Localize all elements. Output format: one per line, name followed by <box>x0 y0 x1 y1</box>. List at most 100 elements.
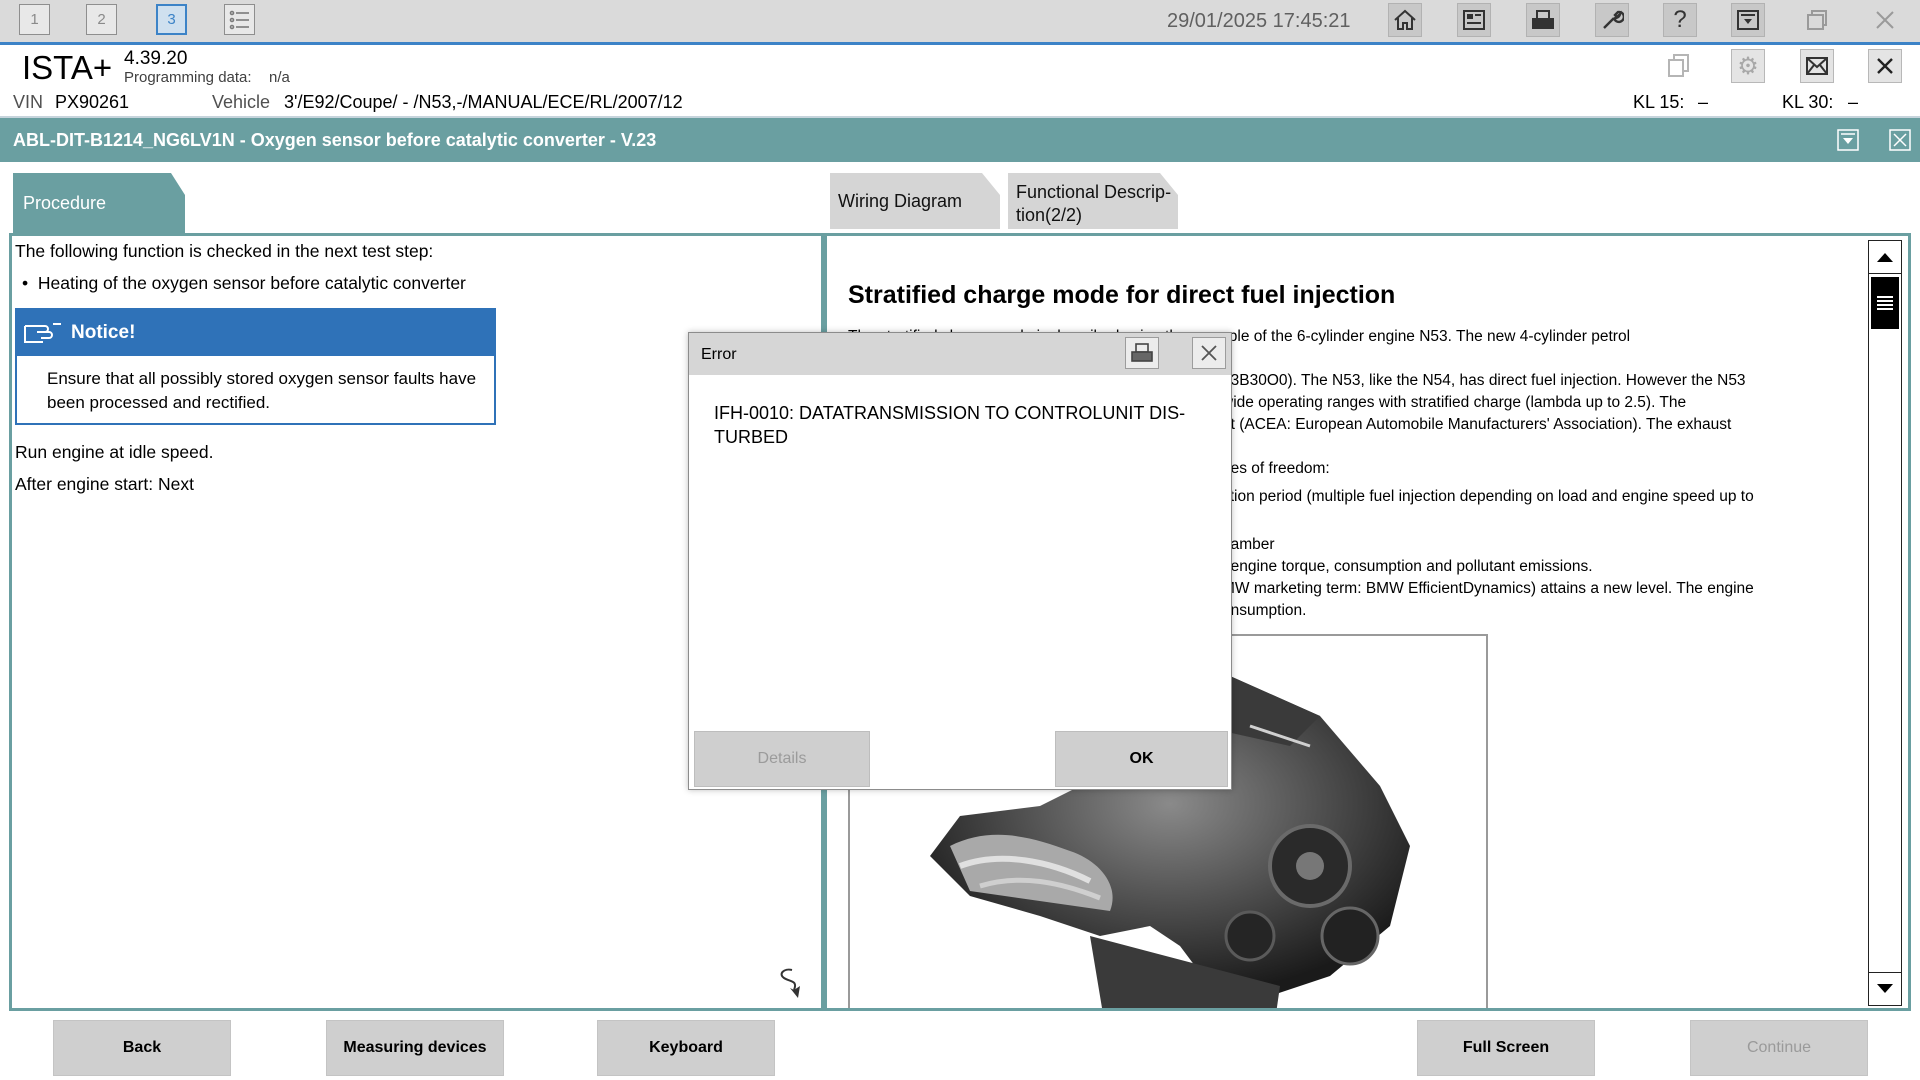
printer-icon <box>1131 343 1153 362</box>
vehicle-info-icon <box>1463 10 1485 30</box>
gear-icon: ⚙ <box>1737 52 1759 80</box>
tab-procedure[interactable]: Procedure <box>13 173 185 233</box>
description-line: wide operating ranges with stratified ch… <box>1222 394 1687 411</box>
vehicle-bar: VIN PX90261 Vehicle 3'/E92/Coupe/ - /N53… <box>0 87 1920 117</box>
close-test-button[interactable] <box>1888 128 1912 152</box>
restore-icon <box>1807 10 1827 30</box>
copy-document-icon <box>1668 54 1689 77</box>
ok-button[interactable]: OK <box>1055 731 1228 787</box>
pointing-hand-icon <box>24 323 61 343</box>
vin-value: PX90261 <box>55 92 130 112</box>
description-line: ction period (multiple fuel injection de… <box>1222 488 1754 505</box>
notice-header: Notice! <box>17 310 494 356</box>
dialog-print-button[interactable] <box>1125 337 1159 369</box>
scroll-thumb[interactable] <box>1871 277 1899 329</box>
vehicle-value: 3'/E92/Coupe/ - /N53,-/MANUAL/ECE/RL/200… <box>284 92 683 112</box>
test-title-bar: ABL-DIT-B1214_NG6LV1N - Oxygen sensor be… <box>0 118 1920 162</box>
minimize-button[interactable] <box>1731 3 1765 37</box>
measuring-devices-button[interactable]: Measuring devices <box>326 1020 504 1076</box>
restore-button[interactable] <box>1800 3 1834 37</box>
home-icon <box>1394 9 1416 30</box>
app-version: 4.39.20 <box>124 48 188 69</box>
scroll-track[interactable] <box>1868 274 1902 972</box>
close-session-button[interactable] <box>1868 49 1902 83</box>
session-tab-3[interactable]: 3 <box>156 4 187 35</box>
procedure-intro: The following function is checked in the… <box>15 241 434 261</box>
dialog-message: IFH-0010: DATATRANSMISSION TO CONTROLUNI… <box>714 403 1186 447</box>
tab-functional-label: Functional Descrip-tion(2/2) <box>1016 181 1171 227</box>
session-tab-2[interactable]: 2 <box>86 4 117 35</box>
tab-functional-line2: tion(2/2) <box>1016 205 1083 225</box>
print-button[interactable] <box>1526 3 1560 37</box>
collapse-icon <box>1837 129 1859 151</box>
programming-data-label: Programming data: <box>124 69 252 86</box>
dialog-close-button[interactable] <box>1192 337 1226 369</box>
full-screen-button[interactable]: Full Screen <box>1417 1020 1595 1076</box>
minimize-icon <box>1737 10 1759 30</box>
session-tab-1[interactable]: 1 <box>19 4 50 35</box>
scroll-down-button[interactable] <box>1868 972 1902 1006</box>
session-list-button[interactable] <box>224 4 255 35</box>
back-button[interactable]: Back <box>53 1020 231 1076</box>
description-line: et (ACEA: European Automobile Manufactur… <box>1222 416 1732 433</box>
procedure-step-idle: Run engine at idle speed. <box>15 442 214 462</box>
procedure-bullet: • Heating of the oxygen sensor before ca… <box>22 273 466 293</box>
dialog-title: Error <box>701 346 737 363</box>
close-icon <box>1889 129 1911 151</box>
datetime: 29/01/2025 17:45:21 <box>1167 10 1351 32</box>
notice-box: Notice! Ensure that all possibly stored … <box>15 308 496 425</box>
vehicle-info-button[interactable] <box>1457 3 1491 37</box>
notice-text: Ensure that all possibly stored oxygen s… <box>47 369 477 412</box>
app-header: ISTA+ 4.39.20 Programming data: n/a ⚙ <box>0 45 1920 87</box>
close-icon <box>1201 345 1217 361</box>
grip-icon <box>1877 296 1893 310</box>
copy-document-button[interactable] <box>1662 49 1696 83</box>
arrow-down-icon <box>1877 984 1893 993</box>
tab-wiring-diagram[interactable]: Wiring Diagram <box>830 173 1000 229</box>
service-button[interactable] <box>1595 3 1629 37</box>
envelope-icon <box>1806 57 1828 75</box>
tab-functional-line1: Functional Descrip- <box>1016 182 1172 202</box>
tab-wiring-label: Wiring Diagram <box>838 191 963 211</box>
close-icon <box>1877 58 1893 74</box>
error-dialog: Error IFH-0010: DATATRANSMISSION TO CONT… <box>688 332 1232 790</box>
details-button[interactable]: Details <box>694 731 870 787</box>
tab-functional-description[interactable]: Functional Descrip-tion(2/2) <box>1008 173 1178 229</box>
test-title: ABL-DIT-B1214_NG6LV1N - Oxygen sensor be… <box>13 130 657 150</box>
vehicle-label: Vehicle <box>212 92 271 112</box>
help-button[interactable]: ? <box>1663 3 1697 37</box>
arrow-up-icon <box>1877 253 1893 262</box>
cursor-icon <box>780 968 800 998</box>
notice-title: Notice! <box>71 322 136 343</box>
settings-button[interactable]: ⚙ <box>1731 49 1765 83</box>
close-app-button[interactable] <box>1868 3 1902 37</box>
kl15-label: KL 15: <box>1633 92 1685 112</box>
message-button[interactable] <box>1800 49 1834 83</box>
list-icon <box>229 10 249 29</box>
app-name: ISTA+ <box>22 49 113 86</box>
vertical-scrollbar[interactable] <box>1868 240 1902 1006</box>
scroll-up-button[interactable] <box>1868 240 1902 274</box>
tab-procedure-label: Procedure <box>23 193 107 213</box>
continue-button[interactable]: Continue <box>1690 1020 1868 1076</box>
description-line: ees of freedom: <box>1222 460 1330 477</box>
question-icon: ? <box>1673 6 1687 33</box>
kl15-value: – <box>1698 92 1709 112</box>
procedure-bullet-text: Heating of the oxygen sensor before cata… <box>37 273 466 293</box>
description-line: , engine torque, consumption and polluta… <box>1222 558 1593 575</box>
top-toolbar: 1 2 3 29/01/2025 17:45:21 ? <box>0 0 1920 42</box>
printer-icon <box>1532 10 1554 29</box>
home-button[interactable] <box>1388 3 1422 37</box>
dialog-header: Error <box>689 333 1231 375</box>
description-heading: Stratified charge mode for direct fuel i… <box>848 281 1396 309</box>
kl30-value: – <box>1848 92 1859 112</box>
close-icon <box>1876 11 1894 29</box>
vin-label: VIN <box>13 92 44 112</box>
kl30-label: KL 30: <box>1782 92 1834 112</box>
collapse-button[interactable] <box>1836 128 1860 152</box>
wrench-icon <box>1603 10 1624 29</box>
description-line: MW marketing term: BMW EfficientDynamics… <box>1222 580 1754 597</box>
programming-data-value: n/a <box>269 69 290 86</box>
description-line: 53B30O0). The N53, like the N54, has dir… <box>1222 372 1746 389</box>
keyboard-button[interactable]: Keyboard <box>597 1020 775 1076</box>
